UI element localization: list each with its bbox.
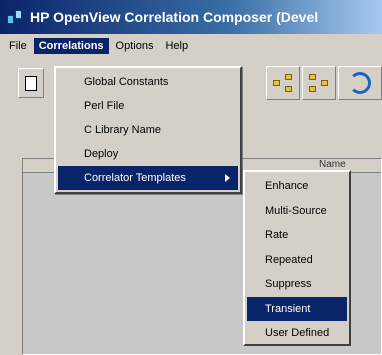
tree-left-button[interactable] — [266, 66, 300, 100]
refresh-button[interactable] — [338, 66, 382, 100]
column-header-name[interactable]: Name — [319, 159, 346, 170]
menu-file[interactable]: File — [4, 38, 32, 54]
correlator-templates-submenu: Enhance Multi-Source Rate Repeated Suppr… — [243, 170, 351, 346]
template-user-defined[interactable]: User Defined — [247, 321, 347, 346]
submenu-arrow-icon — [225, 174, 230, 182]
menu-options[interactable]: Options — [111, 38, 159, 54]
new-document-icon — [25, 75, 37, 91]
refresh-icon — [349, 72, 371, 94]
menu-bar: File Correlations Options Help — [0, 34, 382, 58]
menu-help[interactable]: Help — [160, 38, 193, 54]
menu-item-c-library-name[interactable]: C Library Name — [58, 118, 238, 142]
tree-right-button[interactable] — [302, 66, 336, 100]
template-multi-source[interactable]: Multi-Source — [247, 199, 347, 224]
template-transient[interactable]: Transient — [247, 296, 347, 321]
menu-item-perl-file[interactable]: Perl File — [58, 94, 238, 118]
menu-correlations[interactable]: Correlations — [33, 38, 109, 54]
menu-item-correlator-templates-label: Correlator Templates — [84, 172, 186, 184]
tree-left-icon — [272, 72, 294, 94]
template-rate[interactable]: Rate — [247, 223, 347, 248]
template-enhance[interactable]: Enhance — [247, 174, 347, 199]
app-icon — [6, 8, 24, 26]
menu-item-deploy[interactable]: Deploy — [58, 142, 238, 166]
menu-item-correlator-templates[interactable]: Correlator Templates — [58, 166, 238, 190]
correlations-dropdown: Global Constants Perl File C Library Nam… — [54, 66, 242, 194]
title-bar[interactable]: HP OpenView Correlation Composer (Devel — [0, 0, 382, 34]
window-title: HP OpenView Correlation Composer (Devel — [30, 9, 319, 25]
new-document-button[interactable] — [18, 68, 44, 98]
tree-right-icon — [308, 72, 330, 94]
menu-item-global-constants[interactable]: Global Constants — [58, 70, 238, 94]
template-suppress[interactable]: Suppress — [247, 272, 347, 297]
template-repeated[interactable]: Repeated — [247, 248, 347, 273]
